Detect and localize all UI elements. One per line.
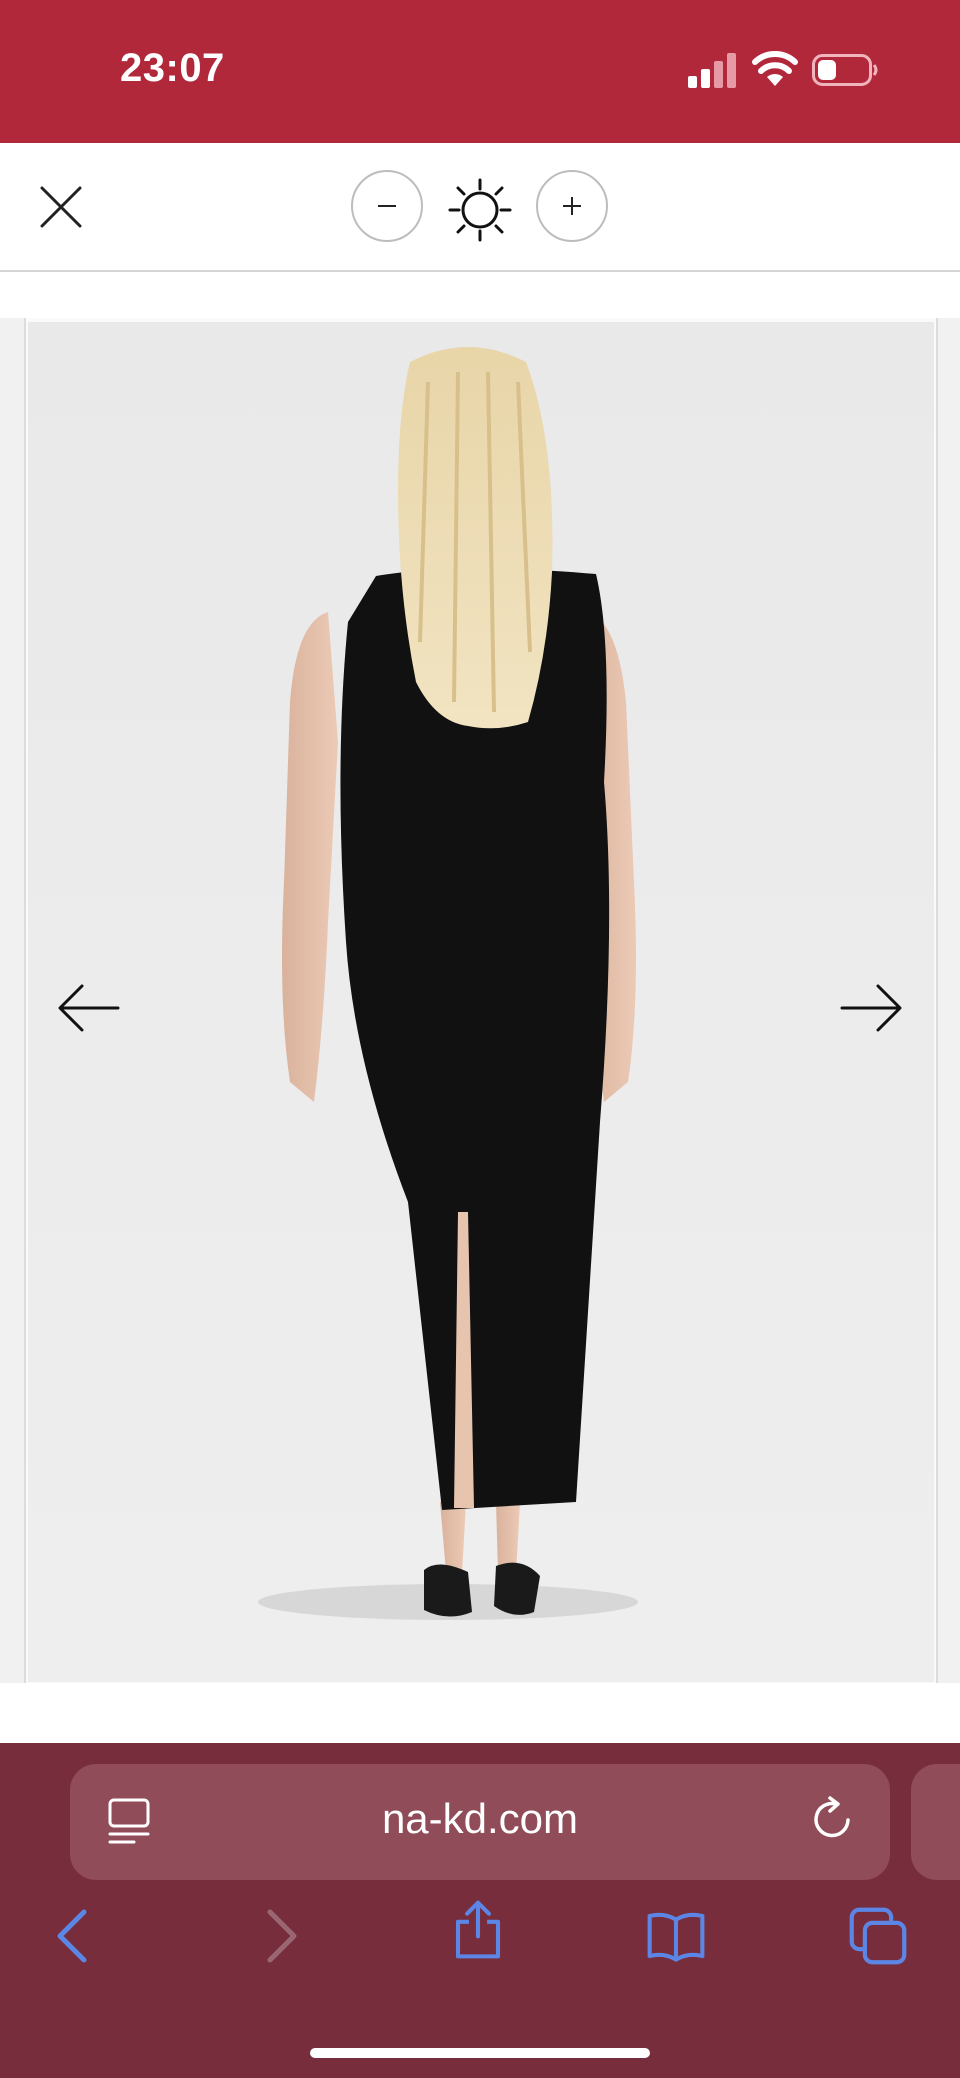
url-text[interactable]: na-kd.com [250,1795,710,1843]
arrow-right-icon[interactable] [838,980,904,1036]
battery-icon [812,54,878,86]
zoom-out-icon [378,205,396,207]
status-bar: 23:07 [0,0,960,143]
bookmarks-icon[interactable] [646,1906,706,1966]
wifi-icon [752,51,798,86]
home-indicator[interactable] [310,2048,650,2058]
signal-icon [688,53,736,88]
share-icon[interactable] [448,1900,508,1960]
next-tab-peek[interactable] [911,1764,960,1880]
zoom-out-button[interactable] [351,170,423,242]
forward-icon[interactable] [250,1906,310,1966]
tabs-icon[interactable] [848,1906,908,1966]
reload-icon[interactable] [808,1794,858,1848]
back-icon[interactable] [46,1906,106,1966]
zoom-in-button[interactable] [536,170,608,242]
arrow-left-icon[interactable] [56,980,122,1036]
close-icon[interactable] [36,182,86,232]
brightness-icon[interactable] [448,178,512,242]
status-time: 23:07 [120,46,225,90]
model-wearing-black-dress-illustration [258,347,638,1620]
zoom-in-icon [563,197,581,215]
reader-icon[interactable] [106,1796,152,1848]
page-gap [0,1683,960,1743]
previous-image-peek[interactable] [0,318,26,1683]
next-image-peek[interactable] [936,318,960,1683]
product-photo[interactable] [28,322,934,1682]
